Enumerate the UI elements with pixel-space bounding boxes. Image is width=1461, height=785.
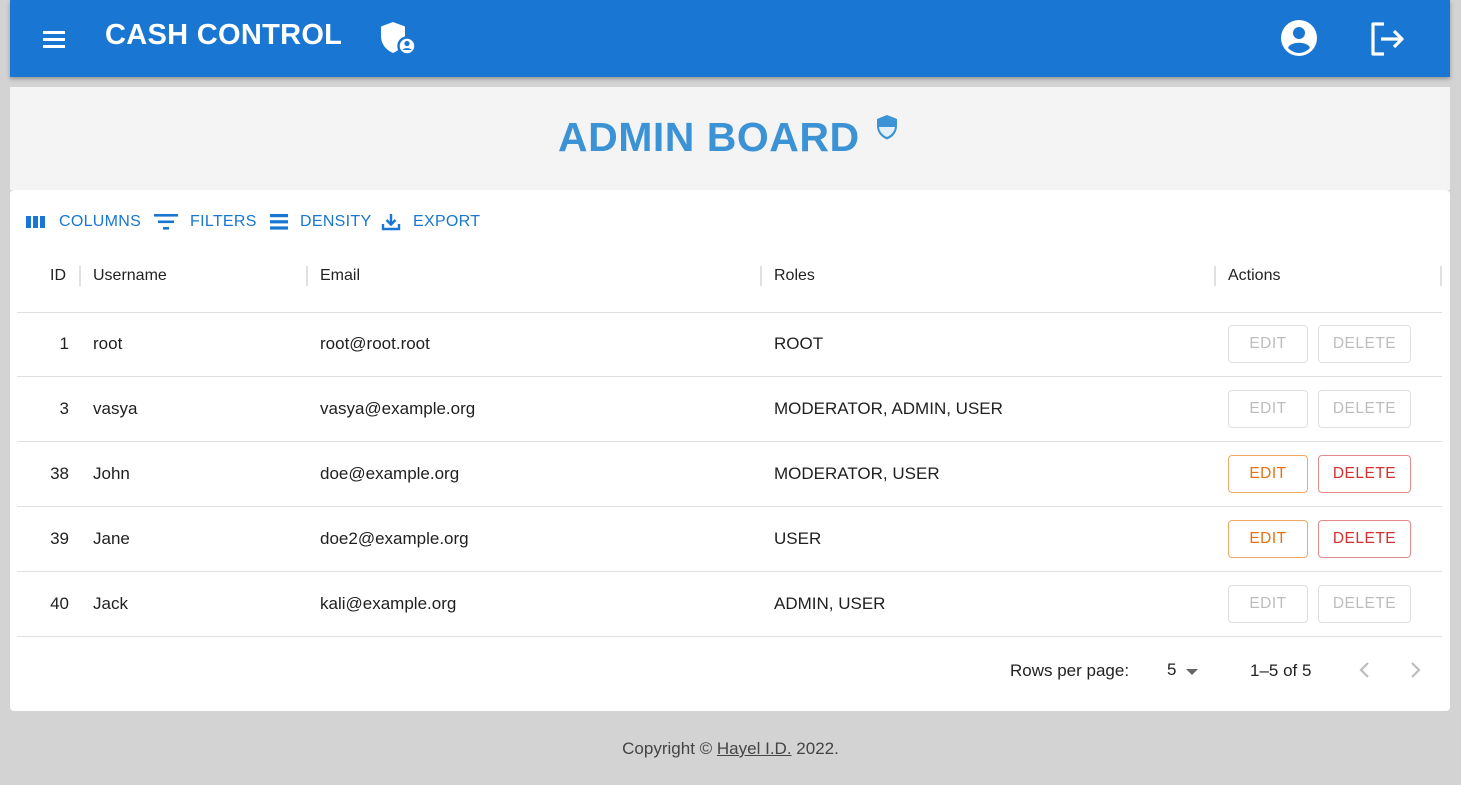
cell-email: doe@example.org: [320, 464, 460, 483]
chevron-left-icon[interactable]: [1350, 655, 1380, 685]
arrow-drop-down-icon: [1186, 669, 1198, 675]
column-header-roles[interactable]: Roles: [774, 267, 815, 285]
board-header: ADMIN BOARD: [10, 87, 1450, 190]
download-icon: [381, 214, 401, 231]
column-header-actions: Actions: [1228, 267, 1281, 284]
column-separator[interactable]: [1440, 266, 1442, 286]
cell-roles: MODERATOR, USER: [774, 464, 940, 483]
cell-email: root@root.root: [320, 334, 430, 353]
column-separator[interactable]: [79, 266, 81, 286]
export-label: EXPORT: [413, 213, 481, 230]
filters-label: FILTERS: [190, 213, 257, 230]
chevron-right-icon[interactable]: [1400, 655, 1430, 685]
delete-button[interactable]: DELETE: [1318, 390, 1411, 428]
column-separator[interactable]: [760, 266, 762, 286]
cell-username: John: [93, 464, 130, 483]
column-header-username[interactable]: Username: [93, 267, 167, 285]
delete-button[interactable]: DELETE: [1318, 455, 1411, 493]
app-title: CASH CONTROL: [105, 19, 343, 51]
density-icon: [270, 214, 288, 230]
cell-email: doe2@example.org: [320, 529, 469, 548]
copyright: Copyright © Hayel I.D. 2022.: [0, 739, 1461, 759]
rows-per-page-label: Rows per page:: [1010, 661, 1130, 680]
cell-id: 1: [59, 334, 69, 353]
columns-button[interactable]: COLUMNS: [26, 210, 141, 234]
page-title: ADMIN BOARD: [558, 114, 860, 160]
menu-icon[interactable]: [40, 26, 70, 52]
edit-button[interactable]: EDIT: [1228, 325, 1308, 363]
filter-list-icon: [154, 214, 178, 230]
table-row[interactable]: 1 root root@root.root ROOT EDIT DELETE: [17, 312, 1442, 376]
app-bar: CASH CONTROL: [10, 0, 1450, 77]
copyright-prefix: Copyright ©: [622, 739, 713, 758]
delete-button[interactable]: DELETE: [1318, 325, 1411, 363]
account-circle-icon[interactable]: [1278, 17, 1320, 59]
column-separator[interactable]: [1214, 266, 1216, 286]
table-row[interactable]: 38 John doe@example.org MODERATOR, USER …: [17, 442, 1442, 506]
edit-button[interactable]: EDIT: [1228, 390, 1308, 428]
columns-label: COLUMNS: [59, 213, 142, 230]
pagination: Rows per page: 5 1–5 of 5: [10, 637, 1450, 711]
logout-icon[interactable]: [1366, 18, 1408, 60]
cell-email: kali@example.org: [320, 594, 457, 613]
density-button[interactable]: DENSITY: [270, 210, 371, 234]
delete-button[interactable]: DELETE: [1318, 585, 1411, 623]
data-grid: COLUMNS FILTERS DENSITY EXPORT ID Userna…: [10, 190, 1450, 711]
column-header-id[interactable]: ID: [50, 267, 66, 285]
table-row[interactable]: 3 vasya vasya@example.org MODERATOR, ADM…: [17, 377, 1442, 441]
copyright-year: 2022.: [796, 739, 839, 758]
edit-button[interactable]: EDIT: [1228, 455, 1308, 493]
column-separator[interactable]: [306, 266, 308, 286]
rows-per-page-value: 5: [1167, 660, 1177, 679]
delete-button[interactable]: DELETE: [1318, 520, 1411, 558]
density-label: DENSITY: [300, 213, 372, 230]
shield-icon: [877, 115, 897, 140]
cell-email: vasya@example.org: [320, 399, 476, 418]
cell-username: Jane: [93, 529, 130, 548]
cell-id: 38: [50, 464, 69, 483]
table-row[interactable]: 39 Jane doe2@example.org USER EDIT DELET…: [17, 507, 1442, 571]
rows-per-page-select[interactable]: 5: [1167, 655, 1207, 685]
pagination-range: 1–5 of 5: [1250, 661, 1312, 680]
cell-username: vasya: [93, 399, 138, 418]
cell-username: root: [93, 334, 123, 353]
cell-id: 40: [50, 594, 69, 613]
table-row[interactable]: 40 Jack kali@example.org ADMIN, USER EDI…: [17, 572, 1442, 636]
cell-username: Jack: [93, 594, 128, 613]
column-header-email[interactable]: Email: [320, 267, 360, 285]
shield-account-icon: [381, 22, 417, 56]
cell-roles: ADMIN, USER: [774, 594, 886, 613]
cell-roles: USER: [774, 529, 822, 548]
filters-button[interactable]: FILTERS: [154, 210, 257, 234]
author-link[interactable]: Hayel I.D.: [717, 739, 792, 758]
edit-button[interactable]: EDIT: [1228, 520, 1308, 558]
cell-id: 39: [50, 529, 69, 548]
export-button[interactable]: EXPORT: [381, 210, 480, 234]
view-column-icon: [26, 216, 45, 228]
cell-roles: ROOT: [774, 334, 824, 353]
cell-id: 3: [59, 399, 69, 418]
edit-button[interactable]: EDIT: [1228, 585, 1308, 623]
cell-roles: MODERATOR, ADMIN, USER: [774, 399, 1003, 418]
